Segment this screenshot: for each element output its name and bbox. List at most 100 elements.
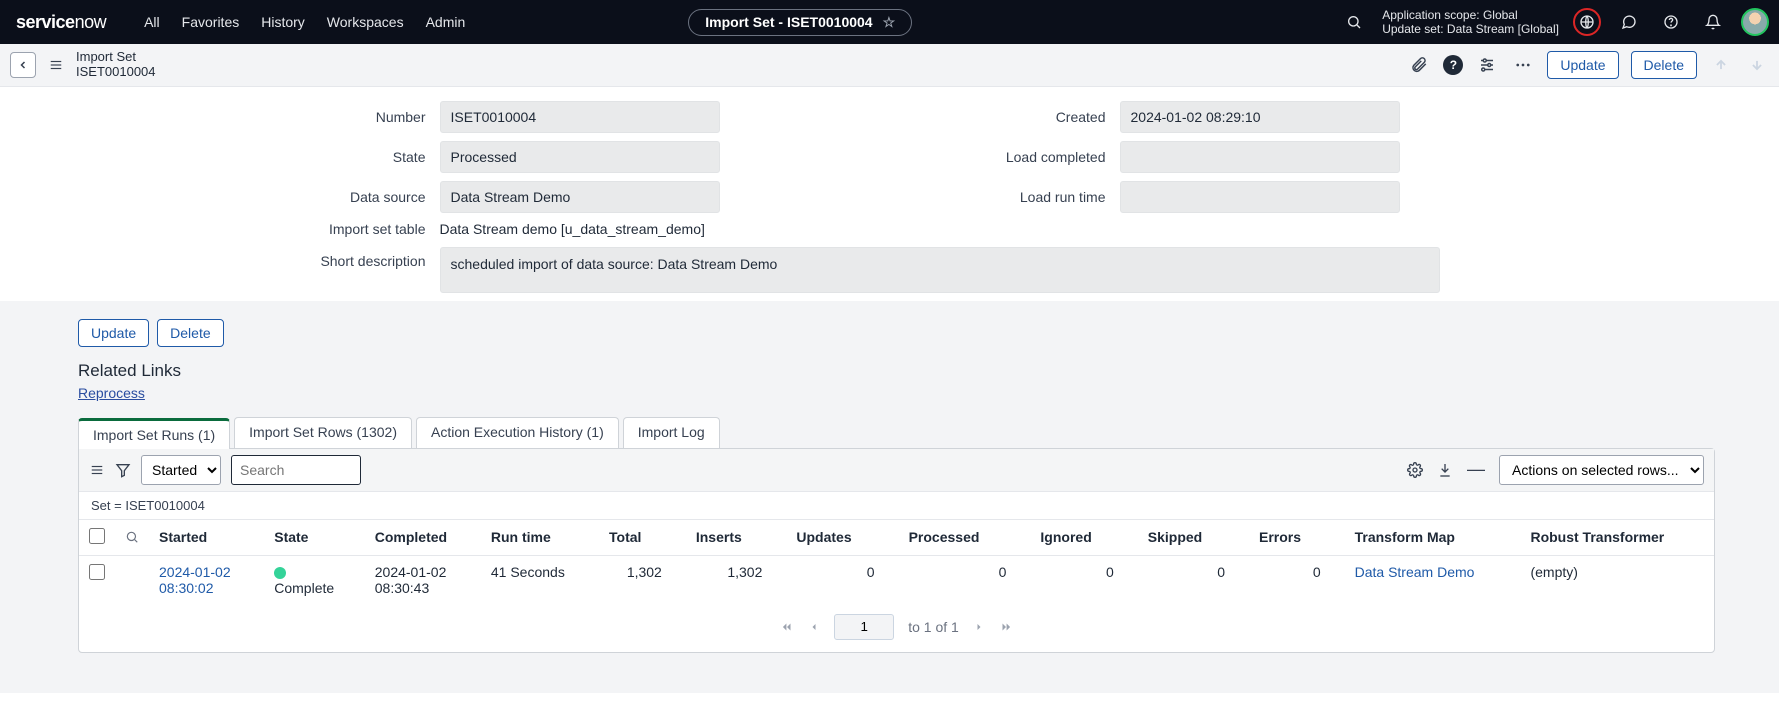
nav-right: Application scope: Global Update set: Da… [1340,8,1769,37]
update-button[interactable]: Update [1547,51,1618,79]
globe-icon[interactable] [1573,8,1601,36]
cell-map: Data Stream Demo [1345,555,1521,604]
prev-page-icon[interactable] [808,621,820,633]
map-link[interactable]: Data Stream Demo [1355,564,1475,580]
search-input[interactable] [231,455,361,485]
input-loadrun[interactable] [1120,181,1400,213]
filter-icon[interactable] [115,462,131,478]
tab-action-history[interactable]: Action Execution History (1) [416,417,619,448]
next-page-icon[interactable] [973,621,985,633]
col-map[interactable]: Transform Map [1345,520,1521,556]
avatar[interactable] [1741,8,1769,36]
related-links-title: Related Links [78,361,1715,381]
context-pill-wrap: Import Set - ISET0010004 ☆ [688,9,912,36]
cell-errors: 0 [1249,555,1345,604]
table-row: 2024-01-0208:30:02 Complete 2024-01-0208… [79,555,1714,604]
cell-completed: 2024-01-0208:30:43 [365,555,481,604]
context-pill-label: Import Set - ISET0010004 [705,14,872,30]
col-started[interactable]: Started [149,520,264,556]
col-state[interactable]: State [264,520,365,556]
input-created[interactable]: 2024-01-02 08:29:10 [1120,101,1400,133]
nav-history[interactable]: History [261,14,305,30]
gear-icon[interactable] [1407,462,1423,478]
delete-button-lower[interactable]: Delete [157,319,223,347]
col-robust[interactable]: Robust Transformer [1520,520,1714,556]
prev-record-icon[interactable] [1709,53,1733,77]
pagination: to 1 of 1 [79,604,1714,652]
field-datasource: Data source Data Stream Demo [240,181,860,213]
attachment-icon[interactable] [1407,53,1431,77]
more-actions-icon[interactable] [1511,53,1535,77]
col-processed[interactable]: Processed [899,520,1031,556]
field-loadrun: Load run time [920,181,1540,213]
cell-updates: 0 [786,555,898,604]
row-search-icon[interactable] [125,530,139,544]
first-page-icon[interactable] [780,620,794,634]
col-inserts[interactable]: Inserts [686,520,787,556]
actions-select[interactable]: Actions on selected rows... [1499,455,1704,485]
col-skipped[interactable]: Skipped [1138,520,1249,556]
cell-skipped: 0 [1138,555,1249,604]
context-pill[interactable]: Import Set - ISET0010004 ☆ [688,9,912,36]
label-description: Short description [240,247,440,269]
settings-sliders-icon[interactable] [1475,53,1499,77]
nav-all[interactable]: All [144,14,160,30]
col-ignored[interactable]: Ignored [1030,520,1137,556]
update-button-lower[interactable]: Update [78,319,149,347]
reprocess-link[interactable]: Reprocess [78,385,145,401]
label-table: Import set table [240,221,440,237]
tab-import-log[interactable]: Import Log [623,417,720,448]
label-loadrun: Load run time [920,189,1120,205]
star-icon[interactable]: ☆ [883,14,896,31]
form-header: Import Set ISET0010004 ? Update Delete [0,44,1779,87]
input-loadcompleted[interactable] [1120,141,1400,173]
record-type: Import Set [76,50,156,65]
bell-icon[interactable] [1699,8,1727,36]
collapse-icon[interactable]: — [1467,459,1485,480]
nav-workspaces[interactable]: Workspaces [327,14,404,30]
form-help-icon[interactable]: ? [1443,55,1463,75]
list-toolbar: Started — Actions on selected rows... [79,449,1714,492]
title-block: Import Set ISET0010004 [76,50,156,80]
col-completed[interactable]: Completed [365,520,481,556]
primary-nav: All Favorites History Workspaces Admin [144,14,465,30]
page-input[interactable] [834,614,894,640]
tab-import-set-rows[interactable]: Import Set Rows (1302) [234,417,412,448]
search-field-select[interactable]: Started [141,455,221,485]
input-state[interactable]: Processed [440,141,720,173]
nav-favorites[interactable]: Favorites [182,14,240,30]
input-datasource[interactable]: Data Stream Demo [440,181,720,213]
field-table: Import set table Data Stream demo [u_dat… [240,221,860,237]
back-button[interactable] [10,52,36,78]
context-menu-icon[interactable] [48,58,64,72]
cell-ignored: 0 [1030,555,1137,604]
logo[interactable]: servicenow [10,12,112,33]
tab-import-set-runs[interactable]: Import Set Runs (1) [78,418,230,449]
field-description: Short description scheduled import of da… [240,247,1540,293]
input-number[interactable]: ISET0010004 [440,101,720,133]
export-icon[interactable] [1437,462,1453,478]
lower-section: Update Delete Related Links Reprocess Im… [0,301,1779,693]
state-text: Complete [274,580,334,596]
col-updates[interactable]: Updates [786,520,898,556]
chat-icon[interactable] [1615,8,1643,36]
next-record-icon[interactable] [1745,53,1769,77]
state-dot-icon [274,567,286,579]
input-description[interactable]: scheduled import of data source: Data St… [440,247,1440,293]
select-all-checkbox[interactable] [89,528,105,544]
nav-admin[interactable]: Admin [426,14,466,30]
list-container: Started — Actions on selected rows... Se… [78,448,1715,653]
logo-text-a: service [16,12,75,32]
list-breadcrumb[interactable]: Set = ISET0010004 [79,492,1714,520]
last-page-icon[interactable] [999,620,1013,634]
list-menu-icon[interactable] [89,463,105,477]
delete-button[interactable]: Delete [1631,51,1697,79]
field-number: Number ISET0010004 [240,101,860,133]
col-total[interactable]: Total [599,520,686,556]
help-icon[interactable] [1657,8,1685,36]
col-errors[interactable]: Errors [1249,520,1345,556]
col-runtime[interactable]: Run time [481,520,599,556]
row-checkbox[interactable] [89,564,105,580]
search-icon[interactable] [1340,8,1368,36]
started-link[interactable]: 2024-01-0208:30:02 [159,564,231,596]
